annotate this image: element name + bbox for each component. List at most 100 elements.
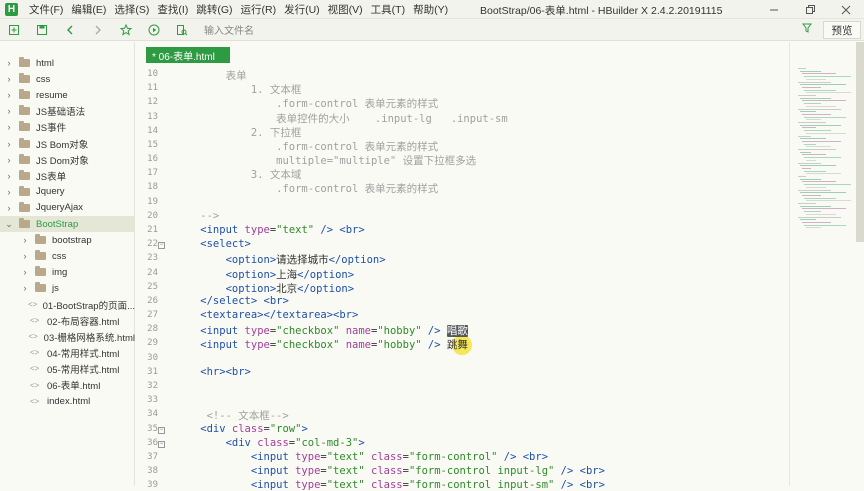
tree-folder[interactable]: › js: [0, 280, 135, 296]
tree-file[interactable]: <> 02-布局容器.html: [0, 313, 135, 329]
window-controls: [756, 0, 864, 19]
code-token: <hr><br>: [175, 365, 251, 378]
tree-folder[interactable]: › JS Bom对象: [0, 136, 135, 152]
code-line[interactable]: <div class="col-md-3">: [175, 437, 365, 449]
code-line[interactable]: <input type="text" class="form-control" …: [175, 451, 548, 463]
tree-folder[interactable]: › JqueryAjax: [0, 200, 135, 216]
restore-button[interactable]: [792, 0, 828, 19]
code-line[interactable]: <input type="text" class="form-control i…: [175, 465, 605, 477]
chevron-right-icon: ›: [7, 74, 11, 85]
tree-folder[interactable]: › resume: [0, 87, 135, 103]
menu-item[interactable]: 运行(R): [241, 2, 277, 17]
tree-item-label: index.html: [47, 395, 91, 407]
new-file-button[interactable]: [0, 19, 28, 41]
tree-folder[interactable]: › css: [0, 248, 135, 264]
tree-item-label: 05-常用样式.html: [47, 364, 120, 376]
tree-folder[interactable]: › JS Dom对象: [0, 152, 135, 168]
code-token: "hobby": [377, 325, 422, 338]
code-line[interactable]: .form-control 表单元素的样式: [175, 139, 438, 154]
preview-button[interactable]: 预览: [823, 21, 861, 39]
line-number: 22: [147, 239, 158, 250]
code-line[interactable]: <select>: [175, 238, 251, 250]
back-button[interactable]: [56, 19, 84, 41]
code-line[interactable]: .form-control 表单元素的样式: [175, 96, 438, 111]
line-number: 19: [147, 196, 158, 207]
tab-06-form[interactable]: * 06-表单.html: [146, 47, 230, 63]
tree-file[interactable]: <> index.html: [0, 393, 135, 409]
browse-button[interactable]: [168, 19, 196, 41]
code-line[interactable]: <option>上海</option>: [175, 267, 355, 282]
filter-button[interactable]: [802, 22, 812, 36]
code-line[interactable]: 表单: [175, 68, 247, 83]
code-line[interactable]: multiple="multiple" 设置下拉框多选: [175, 153, 476, 168]
forward-button[interactable]: [84, 19, 112, 41]
vertical-scrollbar[interactable]: [856, 42, 864, 242]
code-line[interactable]: .form-control 表单元素的样式: [175, 181, 438, 196]
menu-item[interactable]: 视图(V): [328, 2, 363, 17]
tree-file[interactable]: <> 01-BootStrap的页面...: [0, 297, 135, 313]
menu-item[interactable]: 工具(T): [371, 2, 405, 17]
code-line[interactable]: <div class="row">: [175, 423, 308, 435]
menu-item[interactable]: 发行(U): [284, 2, 320, 17]
code-line[interactable]: <input type="checkbox" name="hobby" /> 唱…: [175, 323, 468, 338]
code-token: "checkbox": [276, 339, 340, 352]
code-line[interactable]: <hr><br>: [175, 366, 251, 378]
code-line[interactable]: <input type="text" class="form-control i…: [175, 479, 605, 491]
code-line[interactable]: </select> <br>: [175, 295, 289, 307]
menu-item[interactable]: 跳转(G): [196, 2, 232, 17]
tree-folder[interactable]: › css: [0, 71, 135, 87]
tree-folder[interactable]: ⌄ BootStrap: [0, 216, 135, 232]
tree-folder[interactable]: › bootstrap: [0, 232, 135, 248]
run-button[interactable]: [140, 19, 168, 41]
fold-toggle-icon[interactable]: −: [158, 440, 165, 448]
tree-file[interactable]: <> 05-常用样式.html: [0, 361, 135, 377]
tree-folder[interactable]: › Jquery: [0, 184, 135, 200]
minimap-line: [806, 227, 821, 229]
code-token: type: [295, 450, 321, 463]
fold-toggle-icon[interactable]: −: [158, 426, 165, 434]
minimize-button[interactable]: [756, 0, 792, 19]
folder-icon: [19, 73, 30, 84]
tree-folder[interactable]: › JS表单: [0, 168, 135, 184]
code-line[interactable]: <input type="text" /> <br>: [175, 224, 364, 236]
code-token: /> <br>: [497, 450, 549, 463]
menu-item[interactable]: 帮助(Y): [413, 2, 448, 17]
code-token: .form-control 表单元素的样式: [175, 98, 439, 111]
code-line[interactable]: 1. 文本框: [175, 82, 301, 97]
code-line[interactable]: <!-- 文本框-->: [175, 408, 289, 423]
code-line[interactable]: <option>请选择城市</option>: [175, 252, 386, 267]
code-line[interactable]: <option>北京</option>: [175, 281, 355, 296]
new-file-icon: [9, 24, 19, 35]
play-icon: [148, 24, 160, 35]
folder-icon: [19, 105, 30, 116]
tree-folder[interactable]: › JS事件: [0, 119, 135, 135]
code-token: <div: [175, 422, 232, 435]
tree-file[interactable]: <> 04-常用样式.html: [0, 345, 135, 361]
code-token: <option>: [175, 268, 277, 281]
code-line[interactable]: 2. 下拉框: [175, 125, 301, 140]
line-number: 23: [147, 253, 158, 264]
menu-item[interactable]: 选择(S): [114, 2, 149, 17]
menu-item[interactable]: 文件(F): [29, 2, 63, 17]
menu-item[interactable]: 编辑(E): [71, 2, 106, 17]
code-line[interactable]: -->: [175, 210, 219, 222]
tree-folder[interactable]: › JS基础语法: [0, 103, 135, 119]
code-line[interactable]: <input type="checkbox" name="hobby" /> 跳…: [175, 337, 468, 352]
code-token: "checkbox": [276, 325, 340, 338]
code-token: "col-md-3": [295, 436, 359, 449]
code-line[interactable]: 3. 文本域: [175, 167, 301, 182]
tree-file[interactable]: <> 06-表单.html: [0, 377, 135, 393]
tree-file[interactable]: <> 03-栅格网格系统.html: [0, 329, 135, 345]
fold-toggle-icon[interactable]: −: [158, 242, 165, 250]
code-line[interactable]: 表单控件的大小 .input-lg .input-sm: [175, 111, 508, 126]
minimap-line: [800, 192, 846, 194]
favorite-button[interactable]: [112, 19, 140, 41]
menu-item[interactable]: 查找(I): [157, 2, 188, 17]
tree-folder[interactable]: › html: [0, 55, 135, 71]
save-button[interactable]: [28, 19, 56, 41]
file-name-input[interactable]: 输入文件名: [204, 22, 254, 37]
tree-folder[interactable]: › img: [0, 264, 135, 280]
minimap[interactable]: [789, 42, 864, 486]
close-window-button[interactable]: [828, 0, 864, 19]
code-line[interactable]: <textarea></textarea><br>: [175, 309, 358, 321]
